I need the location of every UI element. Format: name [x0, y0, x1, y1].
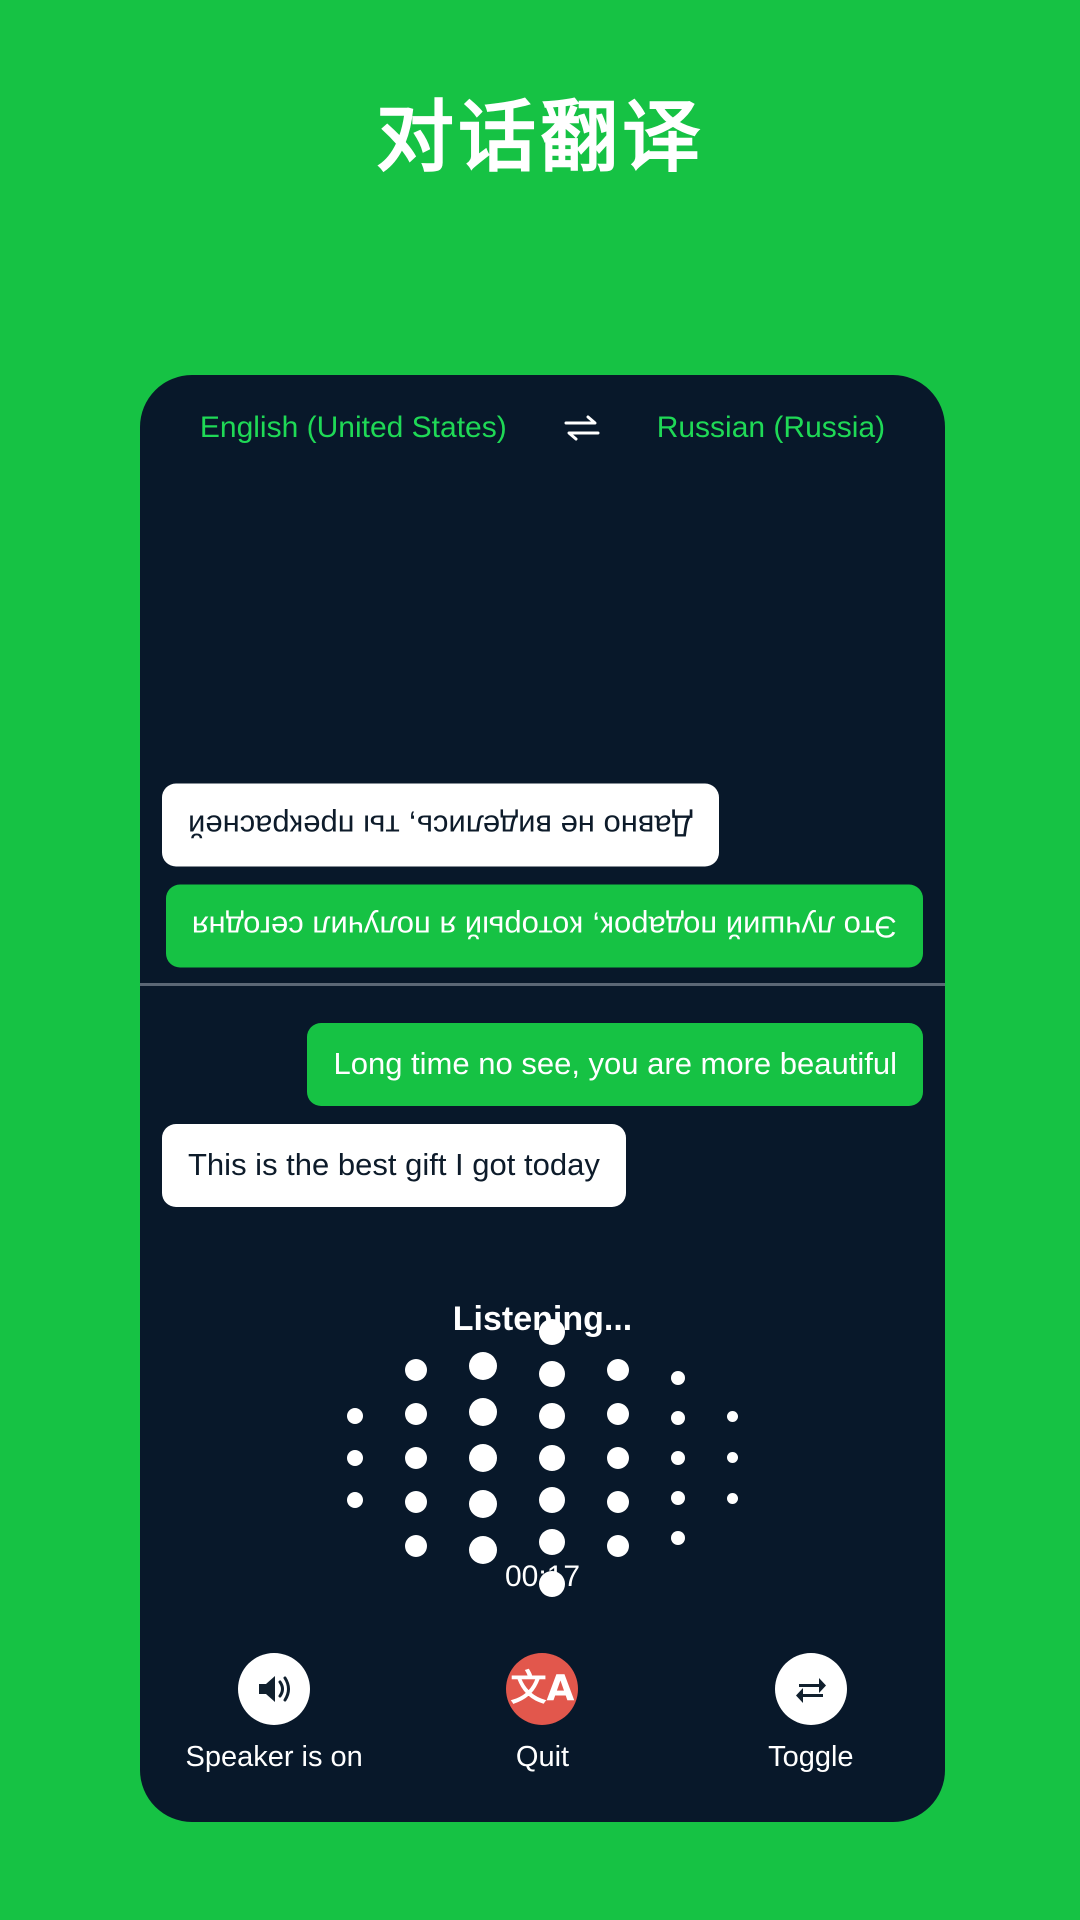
message-bubble[interactable]: Long time no see, you are more beautiful [307, 1023, 923, 1106]
message-bubble[interactable]: This is the best gift I got today [162, 1123, 626, 1207]
quit-button[interactable]: 文A Quit [427, 1653, 657, 1774]
waveform-dot [539, 1402, 565, 1429]
waveform-dot [607, 1358, 629, 1381]
remote-message-stack: Это лучший подарок, который я получил се… [140, 783, 945, 967]
waveform-column [347, 1407, 363, 1508]
waveform-dot [405, 1490, 427, 1513]
waveform-column [405, 1358, 427, 1557]
control-bar: Speaker is on 文A Quit Toggle [140, 1653, 945, 1774]
waveform-dot [469, 1489, 497, 1518]
toggle-button-label: Toggle [768, 1741, 854, 1773]
waveform-dot [671, 1530, 685, 1545]
swap-repeat-icon[interactable] [774, 1653, 847, 1725]
message-row: This is the best gift I got today [140, 1123, 945, 1207]
waveform-dot [539, 1360, 565, 1387]
waveform-dot [671, 1370, 685, 1385]
message-row: Long time no see, you are more beautiful [140, 1023, 945, 1106]
app-screen: 对话翻译 English (United States) Russian (Ru… [0, 0, 1080, 1920]
waveform-dot [469, 1351, 497, 1380]
waveform-dot [469, 1443, 497, 1472]
waveform-dot [469, 1397, 497, 1426]
translate-glyph: 文A [510, 1668, 575, 1709]
local-conversation-pane: Long time no see, you are more beautiful… [140, 1023, 945, 1207]
remote-conversation-pane: Это лучший подарок, который я получил се… [140, 375, 945, 985]
waveform-dot [539, 1318, 565, 1345]
waveform-dot [347, 1407, 363, 1424]
page-title: 对话翻译 [375, 93, 704, 183]
message-bubble[interactable]: Давно не виделись, ты прекрасней [162, 783, 719, 867]
translate-icon[interactable]: 文A [506, 1653, 579, 1725]
waveform-dot [405, 1402, 427, 1425]
waveform-dot [405, 1446, 427, 1469]
quit-button-label: Quit [515, 1741, 570, 1773]
waveform-dot [671, 1410, 685, 1425]
waveform-dot [607, 1490, 629, 1513]
waveform-column [469, 1351, 497, 1564]
waveform-dot [347, 1491, 363, 1508]
pane-divider [140, 983, 945, 986]
message-row: Это лучший подарок, который я получил се… [140, 884, 945, 967]
speaker-button-label: Speaker is on [185, 1741, 363, 1773]
message-row: Давно не виделись, ты прекрасней [140, 783, 945, 867]
waveform-column [539, 1318, 565, 1597]
waveform-dot [405, 1534, 427, 1557]
waveform-dot [539, 1444, 565, 1471]
speaker-button[interactable]: Speaker is on [159, 1653, 389, 1774]
message-bubble[interactable]: Это лучший подарок, который я получил се… [165, 884, 923, 967]
waveform-dot [727, 1493, 738, 1504]
waveform-dot [539, 1486, 565, 1513]
waveform-dot [727, 1452, 738, 1463]
waveform-dot [405, 1358, 427, 1381]
waveform-dot [727, 1411, 738, 1422]
speaker-on-icon[interactable] [238, 1653, 311, 1725]
waveform-dot [671, 1490, 685, 1505]
waveform-dot [607, 1446, 629, 1469]
waveform-dot [347, 1449, 363, 1466]
waveform-column [671, 1370, 685, 1545]
audio-waveform [140, 1318, 945, 1597]
waveform-dot [607, 1402, 629, 1425]
toggle-button[interactable]: Toggle [696, 1653, 926, 1774]
waveform-column [607, 1358, 629, 1557]
waveform-dot [671, 1450, 685, 1465]
waveform-column [727, 1411, 738, 1504]
waveform-dot [607, 1534, 629, 1557]
recording-timer: 00:17 [504, 1560, 581, 1593]
waveform-dot [539, 1528, 565, 1555]
phone-card: English (United States) Russian (Russia)… [140, 375, 945, 1822]
